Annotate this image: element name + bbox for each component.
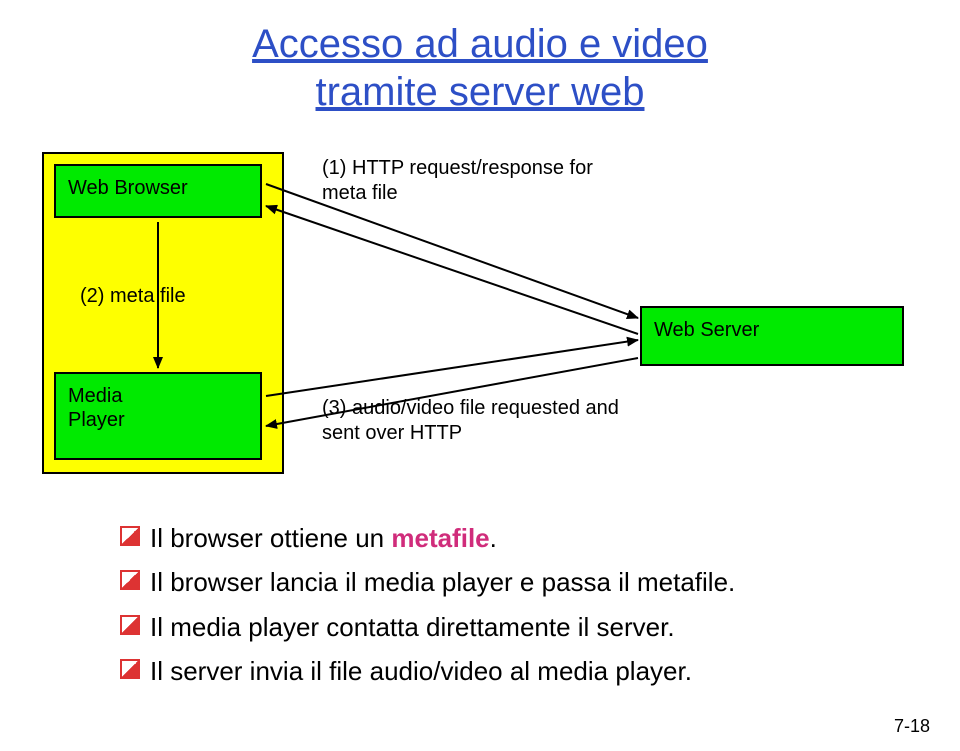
web-server-box: Web Server <box>640 306 904 366</box>
bullet-2: Il browser lancia il media player e pass… <box>120 562 920 602</box>
bullet-4: Il server invia il file audio/video al m… <box>120 651 920 691</box>
label-3: (3) audio/video file requested and sent … <box>322 396 622 446</box>
page-number: 7-18 <box>894 716 930 737</box>
bullet-1-post: . <box>490 523 497 553</box>
page-title: Accesso ad audio e video tramite server … <box>40 20 920 116</box>
bullet-1-em: metafile <box>391 523 489 553</box>
bullet-3: Il media player contatta direttamente il… <box>120 607 920 647</box>
diagram: Web Browser MediaPlayer Web Server (1) H… <box>40 136 920 496</box>
bullet-list: Il browser ottiene un metafile. Il brows… <box>80 518 920 691</box>
bullet-1-pre: Il browser ottiene un <box>150 523 391 553</box>
web-browser-box: Web Browser <box>54 164 262 218</box>
media-player-box: MediaPlayer <box>54 372 262 460</box>
label-2: (2) meta file <box>80 284 186 309</box>
bullet-1: Il browser ottiene un metafile. <box>120 518 920 558</box>
title-line1: Accesso ad audio e video <box>252 22 708 66</box>
label-1: (1) HTTP request/response for meta file <box>322 156 622 206</box>
title-line2: tramite server web <box>316 70 645 114</box>
